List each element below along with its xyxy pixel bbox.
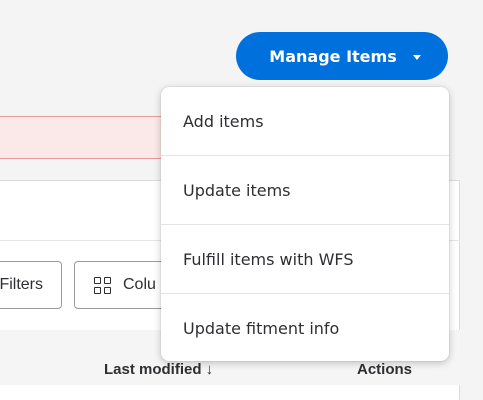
filters-button[interactable]: Filters — [0, 261, 62, 309]
menu-item-label: Fulfill items with WFS — [183, 249, 354, 269]
columns-button-label: Colu — [123, 276, 156, 293]
menu-item-fulfill-with-wfs[interactable]: Fulfill items with WFS — [161, 224, 449, 293]
grid-icon — [94, 276, 111, 294]
column-header-last-modified[interactable]: Last modified ↓ — [104, 361, 213, 378]
menu-item-add-items[interactable]: Add items — [161, 87, 449, 155]
manage-items-dropdown: Add items Update items Fulfill items wit… — [161, 87, 449, 361]
menu-item-update-fitment-info[interactable]: Update fitment info — [161, 293, 449, 361]
caret-down-icon — [412, 54, 421, 60]
menu-item-update-items[interactable]: Update items — [161, 155, 449, 224]
menu-item-label: Add items — [183, 111, 264, 131]
column-header-actions: Actions — [357, 361, 413, 378]
error-alert-banner — [0, 116, 178, 159]
manage-items-button[interactable]: Manage Items — [236, 32, 448, 80]
manage-items-label: Manage Items — [269, 46, 397, 66]
filters-button-label: Filters — [0, 276, 43, 293]
menu-item-label: Update items — [183, 180, 291, 200]
menu-item-label: Update fitment info — [183, 318, 340, 338]
